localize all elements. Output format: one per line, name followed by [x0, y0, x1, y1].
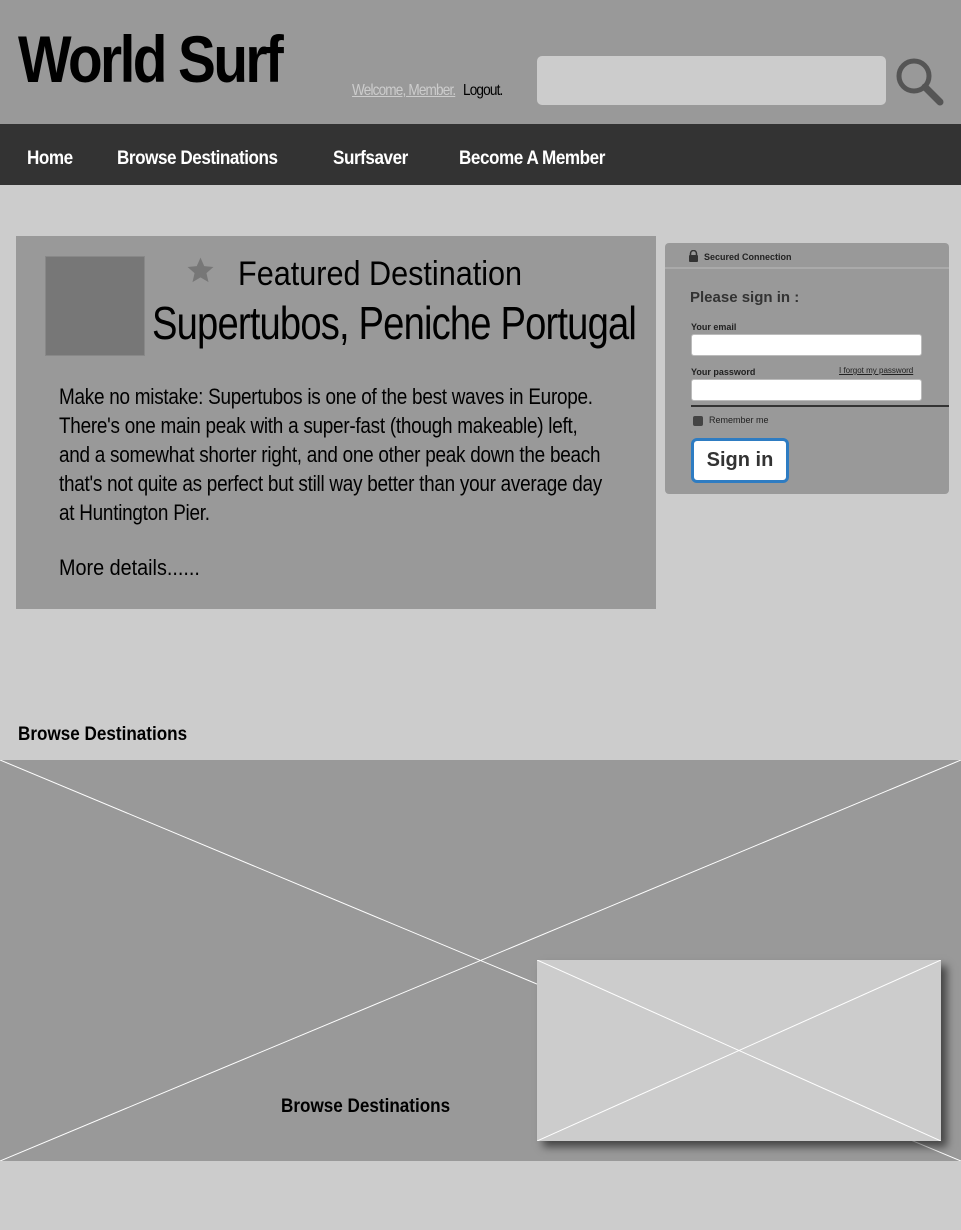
password-field[interactable] [691, 379, 922, 401]
logout-link[interactable]: Logout. [463, 82, 503, 100]
password-label: Your password [691, 367, 756, 377]
featured-heading: Featured Destination [238, 255, 523, 293]
browse-inset-image-placeholder[interactable] [537, 960, 941, 1141]
featured-destination-name: Supertubos, Peniche Portugal [152, 297, 637, 349]
more-details-link[interactable]: More details...... [59, 555, 200, 581]
email-label: Your email [691, 322, 737, 332]
featured-description: Make no mistake: Supertubos is one of th… [59, 384, 602, 525]
search-input[interactable] [537, 56, 886, 105]
remember-me-checkbox[interactable] [693, 416, 703, 426]
signin-button[interactable]: Sign in [691, 438, 789, 483]
browse-destinations-caption: Browse Destinations [281, 1096, 451, 1117]
browse-destinations-title: Browse Destinations [18, 724, 188, 745]
secured-connection-label: Secured Connection [704, 252, 792, 262]
signin-title: Please sign in : [690, 289, 800, 306]
signin-divider [665, 267, 949, 269]
forgot-password-link[interactable]: I forgot my password [839, 366, 913, 375]
nav-item-surfsaver[interactable]: Surfsaver [333, 148, 408, 170]
site-title[interactable]: World Surf [18, 26, 284, 92]
search-icon[interactable] [894, 56, 944, 106]
nav-item-become-member[interactable]: Become A Member [459, 148, 605, 170]
featured-thumbnail[interactable] [45, 256, 145, 356]
remember-me-label: Remember me [709, 415, 769, 425]
lock-icon [689, 250, 698, 262]
nav-item-home[interactable]: Home [27, 148, 73, 170]
nav-item-browse-destinations[interactable]: Browse Destinations [117, 148, 278, 170]
signin-divider [691, 405, 949, 407]
welcome-member-link[interactable]: Welcome, Member. [352, 82, 456, 100]
star-icon[interactable] [185, 255, 216, 286]
email-field[interactable] [691, 334, 922, 356]
